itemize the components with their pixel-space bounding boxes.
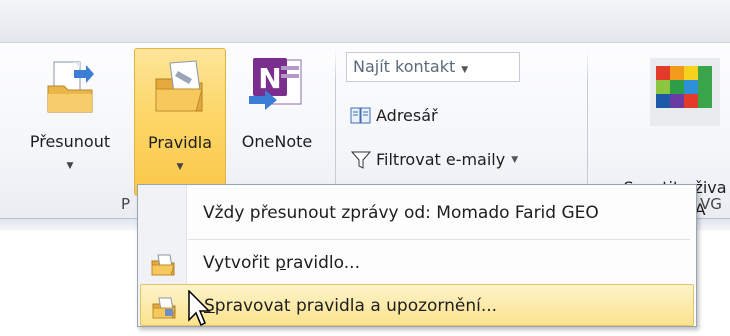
menu-item-manage-rules[interactable]: Spravovat pravidla a upozornění...: [140, 284, 694, 326]
chevron-down-icon: ▼: [461, 65, 469, 75]
onenote-button-label: OneNote: [241, 132, 313, 151]
rules-button[interactable]: Pravidla ▼: [134, 48, 226, 196]
chevron-down-icon: ▼: [176, 162, 184, 172]
filter-email-label: Filtrovat e-maily: [376, 150, 506, 169]
create-rule-text-before: Vytvořit: [203, 253, 276, 273]
avg-icon: [648, 56, 722, 128]
find-contact-input[interactable]: Najít kontakt ▼: [346, 52, 520, 82]
rules-dropdown-menu: Vždy přesunout zprávy od: Momado Farid G…: [137, 184, 697, 327]
filter-email-button[interactable]: Filtrovat e-maily ▼: [350, 145, 518, 175]
manage-rules-text-after: pravovat pravidla a upozornění...: [214, 296, 498, 316]
menu-item-manage-rules-label: Spravovat pravidla a upozornění...: [204, 285, 497, 327]
new-rule-icon: [150, 251, 176, 276]
manage-rules-icon: [151, 294, 177, 319]
address-book-icon: [350, 105, 372, 127]
title-bar-strip: [0, 0, 730, 43]
find-contact-placeholder: Najít kontakt: [353, 57, 456, 76]
onenote-button[interactable]: N OneNote: [228, 48, 326, 196]
move-button-label: Přesunout: [29, 132, 111, 151]
svg-text:N: N: [258, 62, 281, 95]
menu-item-create-rule[interactable]: Vytvořit pravidlo...: [140, 242, 694, 284]
avg-group-label: VG: [700, 195, 722, 213]
chevron-down-icon: ▼: [511, 155, 519, 165]
mouse-cursor-icon: [187, 289, 211, 327]
move-folder-icon: [40, 56, 100, 116]
address-book-button[interactable]: Adresář: [350, 101, 438, 131]
rules-button-label: Pravidla: [147, 133, 213, 152]
filter-funnel-icon: [350, 149, 372, 171]
move-group-label: P: [121, 195, 131, 213]
chevron-down-icon: ▼: [66, 161, 74, 171]
address-book-label: Adresář: [376, 106, 438, 125]
menu-divider: [188, 239, 690, 240]
rules-folder-icon: [150, 57, 210, 117]
create-rule-access-key: p: [275, 253, 286, 273]
menu-item-always-move-label: Vždy přesunout zprávy od: Momado Farid G…: [203, 203, 599, 223]
onenote-icon: N: [247, 56, 307, 116]
menu-item-create-rule-label: Vytvořit pravidlo...: [203, 242, 360, 284]
move-button[interactable]: Přesunout ▼: [8, 48, 132, 196]
menu-item-always-move[interactable]: Vždy přesunout zprávy od: Momado Farid G…: [140, 192, 694, 234]
create-rule-text-after: ravidlo...: [285, 253, 360, 273]
